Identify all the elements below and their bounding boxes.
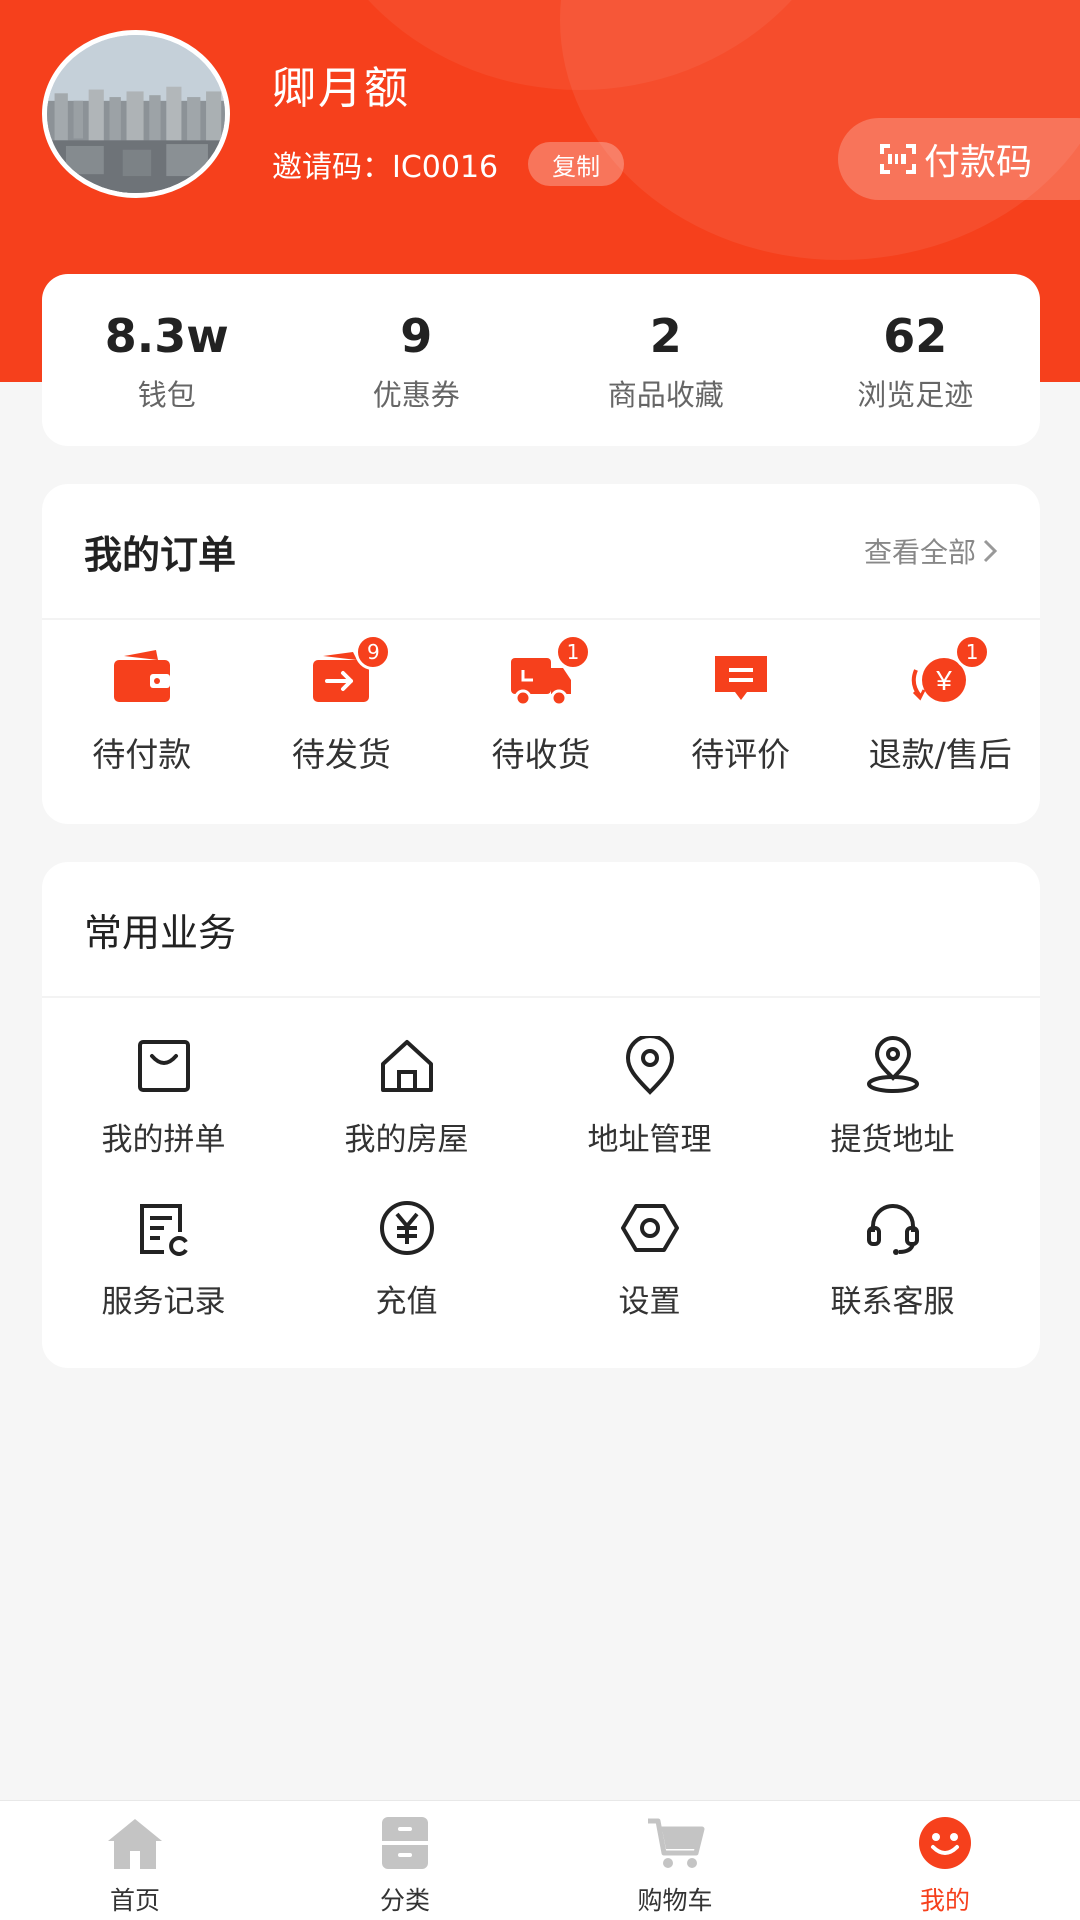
badge: 1 <box>954 634 991 670</box>
orders-title: 我的订单 <box>84 532 237 577</box>
avatar[interactable] <box>42 30 230 198</box>
barcode-icon <box>880 144 916 174</box>
yuan-coin-icon <box>379 1201 434 1255</box>
service-address-management[interactable]: 地址管理 <box>528 1034 771 1198</box>
stat-favorites[interactable]: 2 商品收藏 <box>541 274 791 446</box>
delivery-truck-icon: 1 <box>509 634 591 708</box>
services-card: 常用业务 我的拼单 我的房屋 地址管理 提货地址 服务记录 充值 设置 联系客服 <box>42 862 1040 1368</box>
order-label: 待收货 <box>491 735 591 774</box>
pay-code-label: 付款码 <box>924 142 1033 183</box>
service-group-buy[interactable]: 我的拼单 <box>42 1036 285 1198</box>
tab-label: 购物车 <box>637 1886 713 1915</box>
order-status-row: 待付款 9 待发货 1 待收货 待评价 ¥ 1 退款/售后 <box>42 620 1040 776</box>
svg-text:¥: ¥ <box>935 665 952 696</box>
wallet-icon <box>110 648 174 708</box>
location-pin-icon <box>625 1034 674 1095</box>
pay-code-button[interactable]: 付款码 <box>838 118 1080 200</box>
service-customer-support[interactable]: 联系客服 <box>771 1198 1014 1360</box>
service-label: 我的房屋 <box>344 1122 469 1158</box>
stats-card: 8.3w 钱包 9 优惠券 2 商品收藏 62 浏览足迹 <box>42 274 1040 446</box>
tab-cart[interactable]: 购物车 <box>540 1801 810 1920</box>
home-icon <box>108 1819 162 1869</box>
category-icon <box>382 1817 428 1869</box>
order-label: 待发货 <box>291 735 391 774</box>
tab-home[interactable]: 首页 <box>0 1801 270 1920</box>
stat-history[interactable]: 62 浏览足迹 <box>791 274 1041 446</box>
service-records[interactable]: 服务记录 <box>42 1198 285 1360</box>
chevron-right-icon <box>983 539 998 563</box>
view-all-label: 查看全部 <box>863 536 976 569</box>
service-recharge[interactable]: 充值 <box>285 1198 528 1360</box>
cart-icon <box>648 1818 705 1868</box>
service-label: 联系客服 <box>830 1284 955 1320</box>
service-label: 地址管理 <box>587 1122 712 1158</box>
invite-code-row: 邀请码：IC0016 复制 <box>272 142 625 186</box>
order-pending-shipment[interactable]: 9 待发货 <box>242 634 442 776</box>
stat-wallet[interactable]: 8.3w 钱包 <box>42 274 292 446</box>
order-label: 待付款 <box>92 735 192 774</box>
house-icon <box>380 1040 433 1092</box>
comment-icon <box>709 648 773 708</box>
bottom-tab-bar: 首页 分类 购物车 我的 <box>0 1800 1080 1920</box>
order-label: 待评价 <box>691 735 791 774</box>
services-title: 常用业务 <box>84 910 237 955</box>
view-all-orders-link[interactable]: 查看全部 <box>864 531 998 571</box>
services-header: 常用业务 <box>42 862 1040 998</box>
tab-label: 我的 <box>919 1886 970 1915</box>
pickup-location-icon <box>866 1036 919 1093</box>
badge: 1 <box>554 634 591 670</box>
order-label: 退款/售后 <box>868 735 1012 774</box>
services-grid: 我的拼单 我的房屋 地址管理 提货地址 服务记录 充值 设置 联系客服 <box>42 998 1040 1360</box>
order-refund[interactable]: ¥ 1 退款/售后 <box>840 634 1040 776</box>
orders-header: 我的订单 查看全部 <box>42 484 1040 620</box>
order-pending-review[interactable]: 待评价 <box>641 648 841 776</box>
order-pending-receipt[interactable]: 1 待收货 <box>441 634 641 776</box>
card-arrow-icon: 9 <box>309 634 392 708</box>
stat-value: 62 <box>883 309 948 363</box>
orders-card: 我的订单 查看全部 待付款 9 待发货 1 待收货 待评价 ¥ 1 退款/售后 <box>42 484 1040 824</box>
copy-button[interactable]: 复制 <box>528 142 625 186</box>
tab-mine[interactable]: 我的 <box>810 1801 1080 1920</box>
order-pending-payment[interactable]: 待付款 <box>42 648 242 776</box>
stat-value: 9 <box>400 309 433 363</box>
settings-hex-icon <box>620 1204 679 1252</box>
service-label: 设置 <box>618 1284 681 1320</box>
shopping-bag-icon <box>137 1040 190 1092</box>
tab-label: 分类 <box>379 1886 430 1915</box>
stat-coupons[interactable]: 9 优惠券 <box>292 274 542 446</box>
badge: 9 <box>355 634 392 670</box>
stat-label: 商品收藏 <box>607 378 724 412</box>
tab-label: 首页 <box>109 1886 160 1915</box>
service-label: 我的拼单 <box>101 1122 226 1158</box>
service-label: 服务记录 <box>101 1284 226 1320</box>
service-label: 充值 <box>375 1284 438 1320</box>
refund-icon: ¥ 1 <box>908 634 991 708</box>
stat-label: 优惠券 <box>372 378 460 412</box>
service-settings[interactable]: 设置 <box>528 1198 771 1360</box>
service-my-house[interactable]: 我的房屋 <box>285 1036 528 1198</box>
service-pickup-address[interactable]: 提货地址 <box>771 1036 1014 1198</box>
stat-value: 2 <box>649 309 682 363</box>
service-record-icon <box>139 1204 188 1256</box>
invite-code: 邀请码：IC0016 <box>272 150 499 185</box>
smiley-icon <box>919 1817 971 1869</box>
stat-label: 钱包 <box>137 378 196 412</box>
stat-value: 8.3w <box>104 309 229 363</box>
tab-category[interactable]: 分类 <box>270 1801 540 1920</box>
service-label: 提货地址 <box>830 1122 955 1158</box>
headset-icon <box>866 1204 919 1255</box>
user-name: 卿月额 <box>272 63 410 114</box>
stat-label: 浏览足迹 <box>857 378 974 412</box>
